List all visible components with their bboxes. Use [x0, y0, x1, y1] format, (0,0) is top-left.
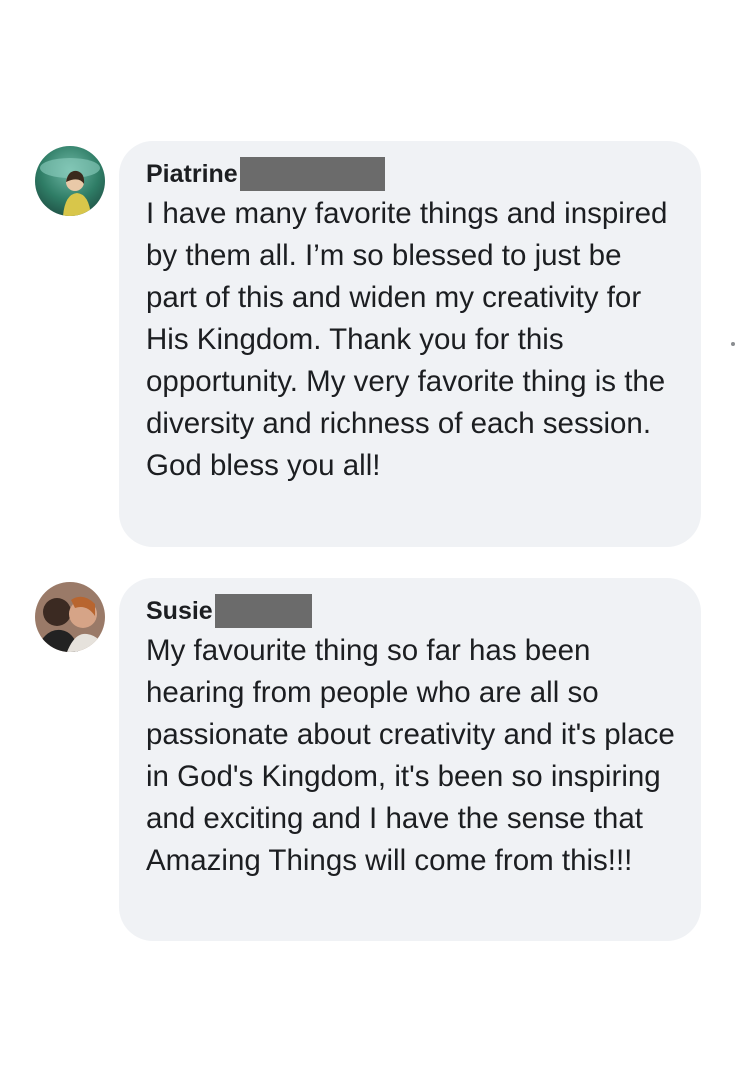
author-row: Susie — [146, 594, 679, 628]
profile-photo-icon — [35, 146, 105, 216]
comment-text: My favourite thing so far has been heari… — [146, 634, 675, 877]
stray-dot — [731, 342, 735, 346]
author-row: Piatrine — [146, 157, 679, 191]
redacted-surname — [239, 157, 385, 191]
comment-bubble: Piatrine I have many favorite things and… — [119, 141, 701, 547]
comment-bubble: Susie My favourite thing so far has been… — [119, 578, 701, 941]
author-name[interactable]: Susie — [146, 596, 213, 626]
profile-photo-icon — [35, 582, 105, 652]
redacted-surname — [214, 594, 312, 628]
avatar[interactable] — [35, 146, 105, 216]
comment-text: I have many favorite things and inspired… — [146, 197, 668, 482]
author-name[interactable]: Piatrine — [146, 159, 238, 189]
avatar[interactable] — [35, 582, 105, 652]
